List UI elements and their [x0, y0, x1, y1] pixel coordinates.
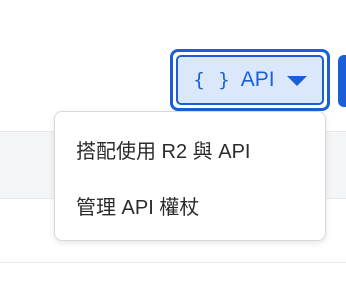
caret-down-icon [286, 76, 307, 86]
api-dropdown-button-face[interactable]: { } API [176, 55, 324, 105]
braces-icon: { } [193, 69, 231, 91]
menu-item-use-r2-with-api[interactable]: 搭配使用 R2 與 API [55, 124, 325, 180]
api-button-label: API [240, 68, 275, 91]
adjacent-primary-button[interactable] [338, 55, 346, 107]
menu-item-manage-api-tokens[interactable]: 管理 API 權杖 [55, 180, 325, 236]
background-row-divider [0, 262, 346, 263]
api-dropdown-menu: 搭配使用 R2 與 API 管理 API 權杖 [54, 111, 326, 241]
api-dropdown-button[interactable]: { } API [170, 49, 330, 111]
